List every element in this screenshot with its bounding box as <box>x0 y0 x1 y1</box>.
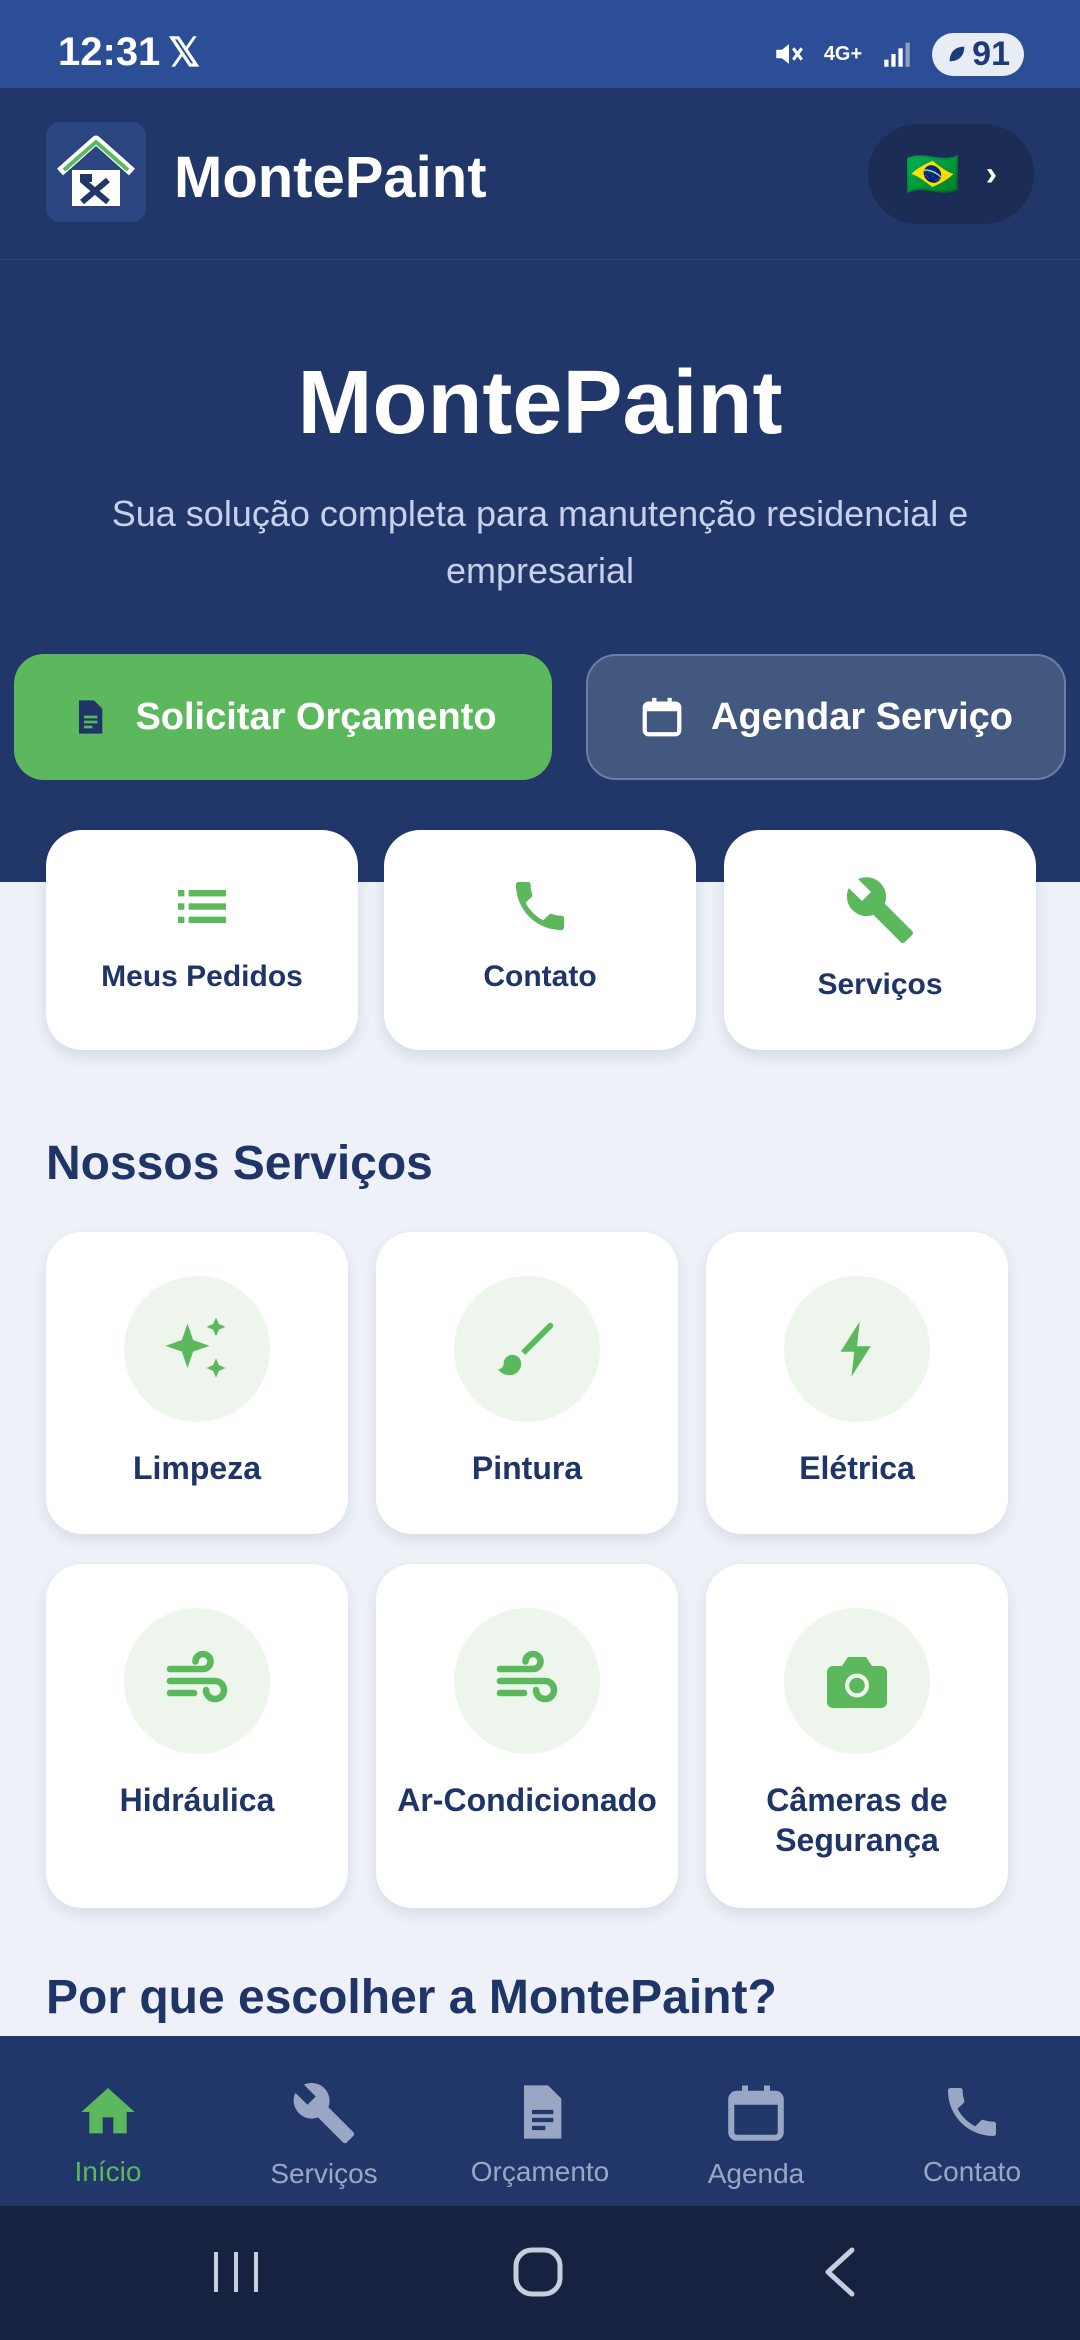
service-card-cleaning[interactable]: Limpeza <box>46 1232 348 1534</box>
phone-icon <box>948 2088 996 2136</box>
list-icon <box>178 890 226 924</box>
service-icon-circle <box>784 1608 930 1754</box>
paintbrush-icon <box>497 1322 554 1376</box>
nav-tab-schedule[interactable]: Agenda <box>648 2036 864 2206</box>
wrench-icon <box>293 2083 355 2144</box>
schedule-service-button[interactable]: Agendar Serviço <box>586 654 1066 780</box>
chevron-right-icon: › <box>985 154 998 193</box>
bottom-navigation: Início Serviços Orçamento Agenda Contato <box>0 2036 1080 2206</box>
service-card-painting[interactable]: Pintura <box>376 1232 678 1534</box>
signal-icon <box>884 42 910 67</box>
service-label: Hidráulica <box>119 1782 275 1818</box>
sparkle-icon <box>165 1317 226 1378</box>
camera-icon <box>827 1657 887 1708</box>
request-quote-label: Solicitar Orçamento <box>135 695 497 738</box>
calendar-icon <box>642 697 682 737</box>
language-selector-button[interactable]: 🇧🇷 › <box>868 124 1034 224</box>
service-label: Elétrica <box>799 1450 915 1486</box>
service-icon-circle <box>454 1608 600 1754</box>
nav-label: Orçamento <box>470 2156 610 2187</box>
quick-action-services[interactable]: Serviços <box>724 830 1036 1050</box>
quick-action-my-orders[interactable]: Meus Pedidos <box>46 830 358 1050</box>
nav-label: Início <box>74 2156 142 2187</box>
status-bar: 12:31 𝕏 4G+ 91 <box>0 0 1080 88</box>
document-icon <box>524 2085 562 2139</box>
home-button-icon[interactable] <box>510 2244 566 2300</box>
nav-tab-quote[interactable]: Orçamento <box>432 2036 648 2206</box>
service-icon-circle <box>454 1276 600 1422</box>
why-section-title: Por que escolher a MontePaint? <box>46 1971 777 2024</box>
service-label: Câmeras de Segurança <box>766 1782 948 1858</box>
home-icon <box>81 2088 135 2134</box>
app-header: MontePaint 🇧🇷 › <box>0 88 1080 260</box>
quick-action-label: Meus Pedidos <box>101 960 303 993</box>
wind-icon <box>496 1650 558 1703</box>
status-icons: 4G+ 91 <box>772 30 1024 78</box>
wind-icon <box>166 1650 228 1703</box>
status-time: 12:31 <box>58 30 161 74</box>
nav-tab-services[interactable]: Serviços <box>216 2036 432 2206</box>
mute-icon <box>776 44 803 64</box>
service-card-electrical[interactable]: Elétrica <box>706 1232 1008 1534</box>
hero-title: MontePaint <box>297 353 783 453</box>
nav-label: Contato <box>922 2156 1022 2187</box>
x-app-icon: 𝕏 <box>168 31 201 75</box>
app-name: MontePaint <box>174 145 487 210</box>
battery-indicator: 91 <box>932 32 1024 76</box>
service-label: Ar-Condicionado <box>397 1782 657 1818</box>
service-label: Pintura <box>471 1450 583 1486</box>
back-icon[interactable] <box>816 2244 866 2300</box>
bolt-icon <box>840 1321 871 1377</box>
quick-action-label: Contato <box>483 960 597 993</box>
service-icon-circle <box>124 1276 270 1422</box>
request-quote-button[interactable]: Solicitar Orçamento <box>14 654 552 780</box>
schedule-service-label: Agendar Serviço <box>711 695 1013 738</box>
recent-apps-icon[interactable] <box>210 2244 262 2300</box>
hero-subtitle: Sua solução completa para manutenção res… <box>111 493 969 591</box>
leaf-icon <box>949 46 965 62</box>
battery-level: 91 <box>972 34 1010 73</box>
network-type: 4G+ <box>823 43 863 65</box>
nav-tab-home[interactable]: Início <box>0 2036 216 2206</box>
brazil-flag-icon: 🇧🇷 <box>904 150 960 199</box>
service-icon-circle <box>124 1608 270 1754</box>
nav-tab-contact[interactable]: Contato <box>864 2036 1080 2206</box>
services-section-title: Nossos Serviços <box>46 1137 433 1190</box>
service-card-air-conditioning[interactable]: Ar-Condicionado <box>376 1564 678 1908</box>
app-logo <box>46 122 146 222</box>
quick-action-contact[interactable]: Contato <box>384 830 696 1050</box>
phone-icon <box>516 882 564 930</box>
nav-label: Agenda <box>707 2158 805 2189</box>
service-icon-circle <box>784 1276 930 1422</box>
nav-label: Serviços <box>270 2158 378 2189</box>
calendar-icon <box>728 2085 784 2141</box>
service-card-plumbing[interactable]: Hidráulica <box>46 1564 348 1908</box>
hero-section: MontePaint Sua solução completa para man… <box>0 260 1080 882</box>
document-icon <box>79 700 103 734</box>
system-navigation-bar <box>0 2206 1080 2340</box>
service-card-security-cameras[interactable]: Câmeras de Segurança <box>706 1564 1008 1908</box>
wrench-icon <box>846 877 913 943</box>
house-tools-logo-icon <box>57 135 135 206</box>
quick-action-label: Serviços <box>817 968 943 1001</box>
service-label: Limpeza <box>132 1450 262 1486</box>
